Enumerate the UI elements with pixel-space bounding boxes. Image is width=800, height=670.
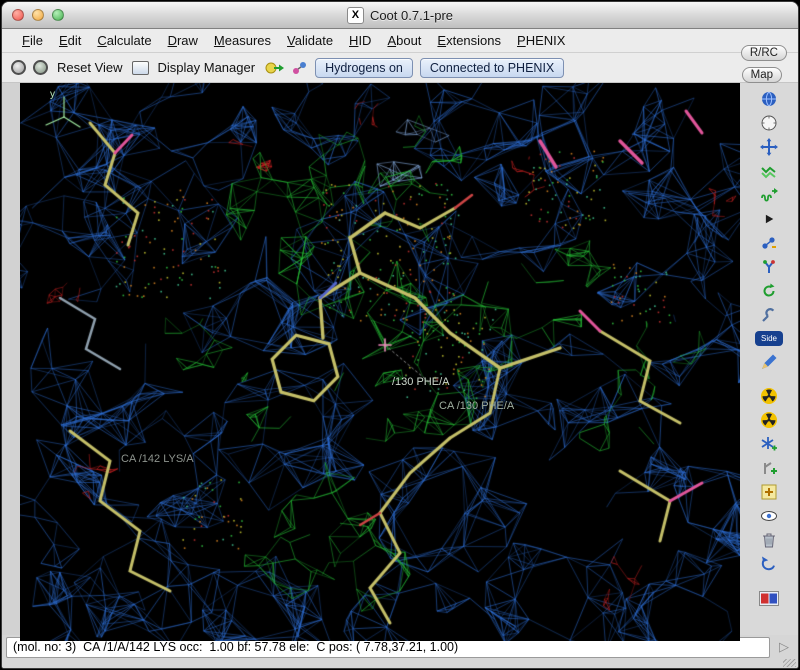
torsion-general-icon[interactable]: [757, 303, 781, 327]
rock-view-icon[interactable]: [33, 60, 48, 75]
side-chip-label: Side: [761, 334, 777, 343]
flag-icon[interactable]: [757, 586, 781, 610]
menu-item-validate[interactable]: Validate: [279, 31, 341, 50]
gl-canvas[interactable]: [20, 83, 740, 641]
x11-icon: X: [347, 7, 364, 24]
menu-item-draw[interactable]: Draw: [160, 31, 206, 50]
titlebar: X Coot 0.7.1-pre: [2, 2, 798, 29]
menu-item-measures[interactable]: Measures: [206, 31, 279, 50]
regularize-zone-icon[interactable]: [757, 159, 781, 183]
go-to-ligand-icon[interactable]: [291, 60, 308, 76]
sphere-view-icon[interactable]: [757, 87, 781, 111]
eye-icon[interactable]: [757, 504, 781, 528]
real-space-refine-icon[interactable]: [757, 183, 781, 207]
atom-label: CA /130 PHE/A: [439, 400, 514, 412]
menu-item-hid[interactable]: HID: [341, 31, 379, 50]
undo-icon[interactable]: [757, 552, 781, 576]
close-icon[interactable]: [12, 9, 24, 21]
reset-view-button[interactable]: Reset View: [55, 60, 125, 75]
left-gutter: [2, 83, 20, 635]
menu-item-extensions[interactable]: Extensions: [429, 31, 509, 50]
pointer-mode-icon[interactable]: [757, 207, 781, 231]
right-toolbar: Side: [740, 83, 798, 635]
zoom-icon[interactable]: [52, 9, 64, 21]
display-manager-icon[interactable]: [132, 61, 149, 75]
recentre-view-icon[interactable]: [757, 111, 781, 135]
toolbar: Reset View Display Manager Hydrogens on …: [2, 53, 798, 83]
translate-zone-icon[interactable]: [757, 135, 781, 159]
map-button[interactable]: Map: [742, 67, 782, 83]
atom-label: y: [50, 89, 55, 100]
window-title-text: Coot 0.7.1-pre: [370, 8, 453, 23]
menubar: FileEditCalculateDrawMeasuresValidateHID…: [2, 29, 798, 53]
simple-mutate-icon[interactable]: [757, 408, 781, 432]
main-area: /130 PHE/A CA /130 PHE/A CA /142 LYS/A y Si…: [2, 83, 798, 635]
rotamers-icon[interactable]: [757, 255, 781, 279]
add-terminal-residue-icon[interactable]: [757, 432, 781, 456]
go-to-atom-icon[interactable]: [264, 60, 284, 76]
display-manager-button[interactable]: Display Manager: [156, 60, 258, 75]
statusbar-expand-button[interactable]: ▷: [774, 638, 794, 657]
atom-label: CA /142 LYS/A: [121, 453, 194, 465]
auto-fit-rotamer-icon[interactable]: [757, 231, 781, 255]
edit-backbone-icon[interactable]: [757, 350, 781, 374]
place-atom-icon[interactable]: [757, 480, 781, 504]
edit-chi-angles-icon[interactable]: [757, 279, 781, 303]
phenix-status-button[interactable]: Connected to PHENIX: [420, 58, 564, 78]
coot-window: X Coot 0.7.1-pre FileEditCalculateDrawMe…: [1, 1, 799, 669]
mutate-autofit-icon[interactable]: [757, 384, 781, 408]
bottom-strip: [2, 659, 798, 668]
menu-item-file[interactable]: File: [14, 31, 51, 50]
menu-item-edit[interactable]: Edit: [51, 31, 89, 50]
traffic-lights: [12, 9, 64, 21]
resize-grip-icon[interactable]: [783, 659, 796, 667]
atom-label: /130 PHE/A: [392, 376, 449, 388]
delete-item-icon[interactable]: [757, 528, 781, 552]
minimize-icon[interactable]: [32, 9, 44, 21]
hydrogens-toggle-button[interactable]: Hydrogens on: [315, 58, 413, 78]
menu-item-phenix[interactable]: PHENIX: [509, 31, 573, 50]
add-alt-conf-icon[interactable]: [757, 456, 781, 480]
menu-item-calculate[interactable]: Calculate: [89, 31, 159, 50]
gl-viewport: /130 PHE/A CA /130 PHE/A CA /142 LYS/A y: [20, 83, 740, 641]
menu-item-about[interactable]: About: [379, 31, 429, 50]
r-rc-button[interactable]: R/RC: [741, 45, 787, 61]
flip-sidechain-icon[interactable]: Side: [755, 331, 783, 346]
spin-view-icon[interactable]: [11, 60, 26, 75]
window-title: X Coot 0.7.1-pre: [347, 7, 453, 24]
